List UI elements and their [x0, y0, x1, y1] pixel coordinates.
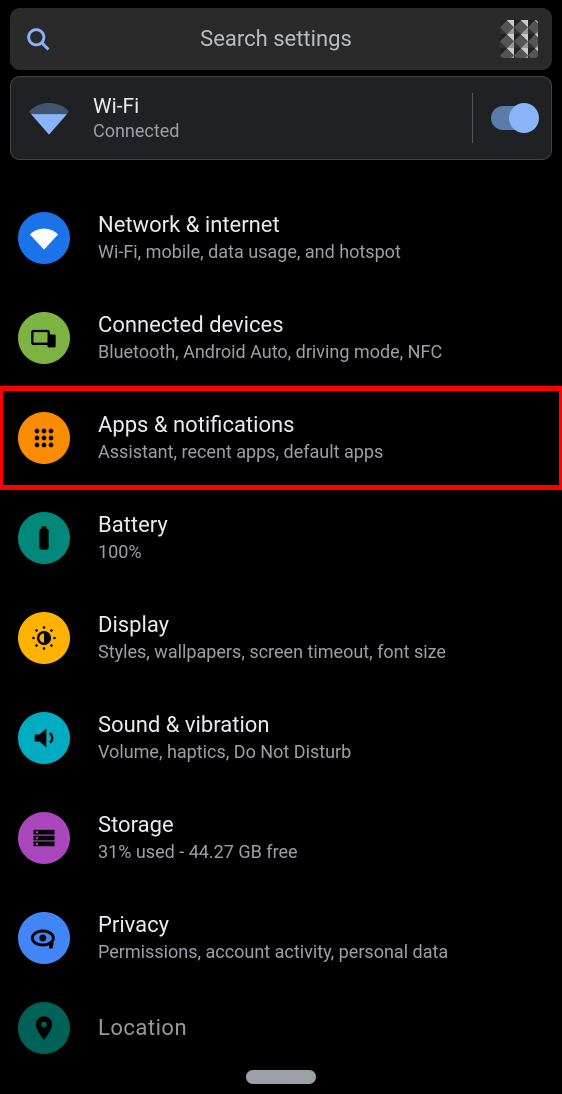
wifi-title: Wi-Fi [93, 95, 454, 119]
item-sound-vibration[interactable]: Sound & vibration Volume, haptics, Do No… [0, 688, 562, 788]
wifi-quick-card[interactable]: Wi-Fi Connected [10, 76, 552, 160]
storage-icon [18, 812, 70, 864]
item-sub: Assistant, recent apps, default apps [98, 442, 383, 463]
devices-icon [18, 312, 70, 364]
item-storage[interactable]: Storage 31% used - 44.27 GB free [0, 788, 562, 888]
search-icon [24, 25, 52, 53]
item-sub: 100% [98, 542, 168, 563]
item-sub: Permissions, account activity, personal … [98, 942, 448, 963]
item-title: Privacy [98, 913, 448, 938]
privacy-icon [18, 912, 70, 964]
gesture-nav-pill[interactable] [246, 1070, 316, 1084]
apps-icon [18, 412, 70, 464]
item-network-internet[interactable]: Network & internet Wi-Fi, mobile, data u… [0, 188, 562, 288]
item-apps-notifications[interactable]: Apps & notifications Assistant, recent a… [0, 388, 562, 488]
search-bar[interactable]: Search settings [10, 8, 552, 70]
item-title: Connected devices [98, 313, 442, 338]
wifi-full-icon [18, 212, 70, 264]
settings-list: Network & internet Wi-Fi, mobile, data u… [0, 170, 562, 1058]
profile-avatar[interactable] [500, 20, 538, 58]
wifi-text: Wi-Fi Connected [93, 95, 454, 142]
wifi-icon [29, 98, 69, 138]
item-title: Display [98, 613, 446, 638]
item-title: Network & internet [98, 213, 401, 238]
item-display[interactable]: Display Styles, wallpapers, screen timeo… [0, 588, 562, 688]
item-sub: Wi-Fi, mobile, data usage, and hotspot [98, 242, 401, 263]
item-title: Location [98, 1016, 187, 1041]
item-sub: Bluetooth, Android Auto, driving mode, N… [98, 342, 442, 363]
brightness-icon [18, 612, 70, 664]
item-title: Sound & vibration [98, 713, 351, 738]
item-title: Apps & notifications [98, 413, 383, 438]
item-sub: Volume, haptics, Do Not Disturb [98, 742, 351, 763]
wifi-toggle[interactable] [491, 106, 537, 130]
item-title: Battery [98, 513, 168, 538]
sound-icon [18, 712, 70, 764]
item-connected-devices[interactable]: Connected devices Bluetooth, Android Aut… [0, 288, 562, 388]
item-title: Storage [98, 813, 298, 838]
search-placeholder: Search settings [52, 27, 500, 52]
item-sub: Styles, wallpapers, screen timeout, font… [98, 642, 446, 663]
item-privacy[interactable]: Privacy Permissions, account activity, p… [0, 888, 562, 988]
item-location[interactable]: Location [0, 988, 562, 1058]
item-battery[interactable]: Battery 100% [0, 488, 562, 588]
wifi-divider [472, 93, 473, 143]
item-sub: 31% used - 44.27 GB free [98, 842, 298, 863]
battery-icon [18, 512, 70, 564]
location-icon [18, 1002, 70, 1054]
wifi-status: Connected [93, 121, 454, 142]
